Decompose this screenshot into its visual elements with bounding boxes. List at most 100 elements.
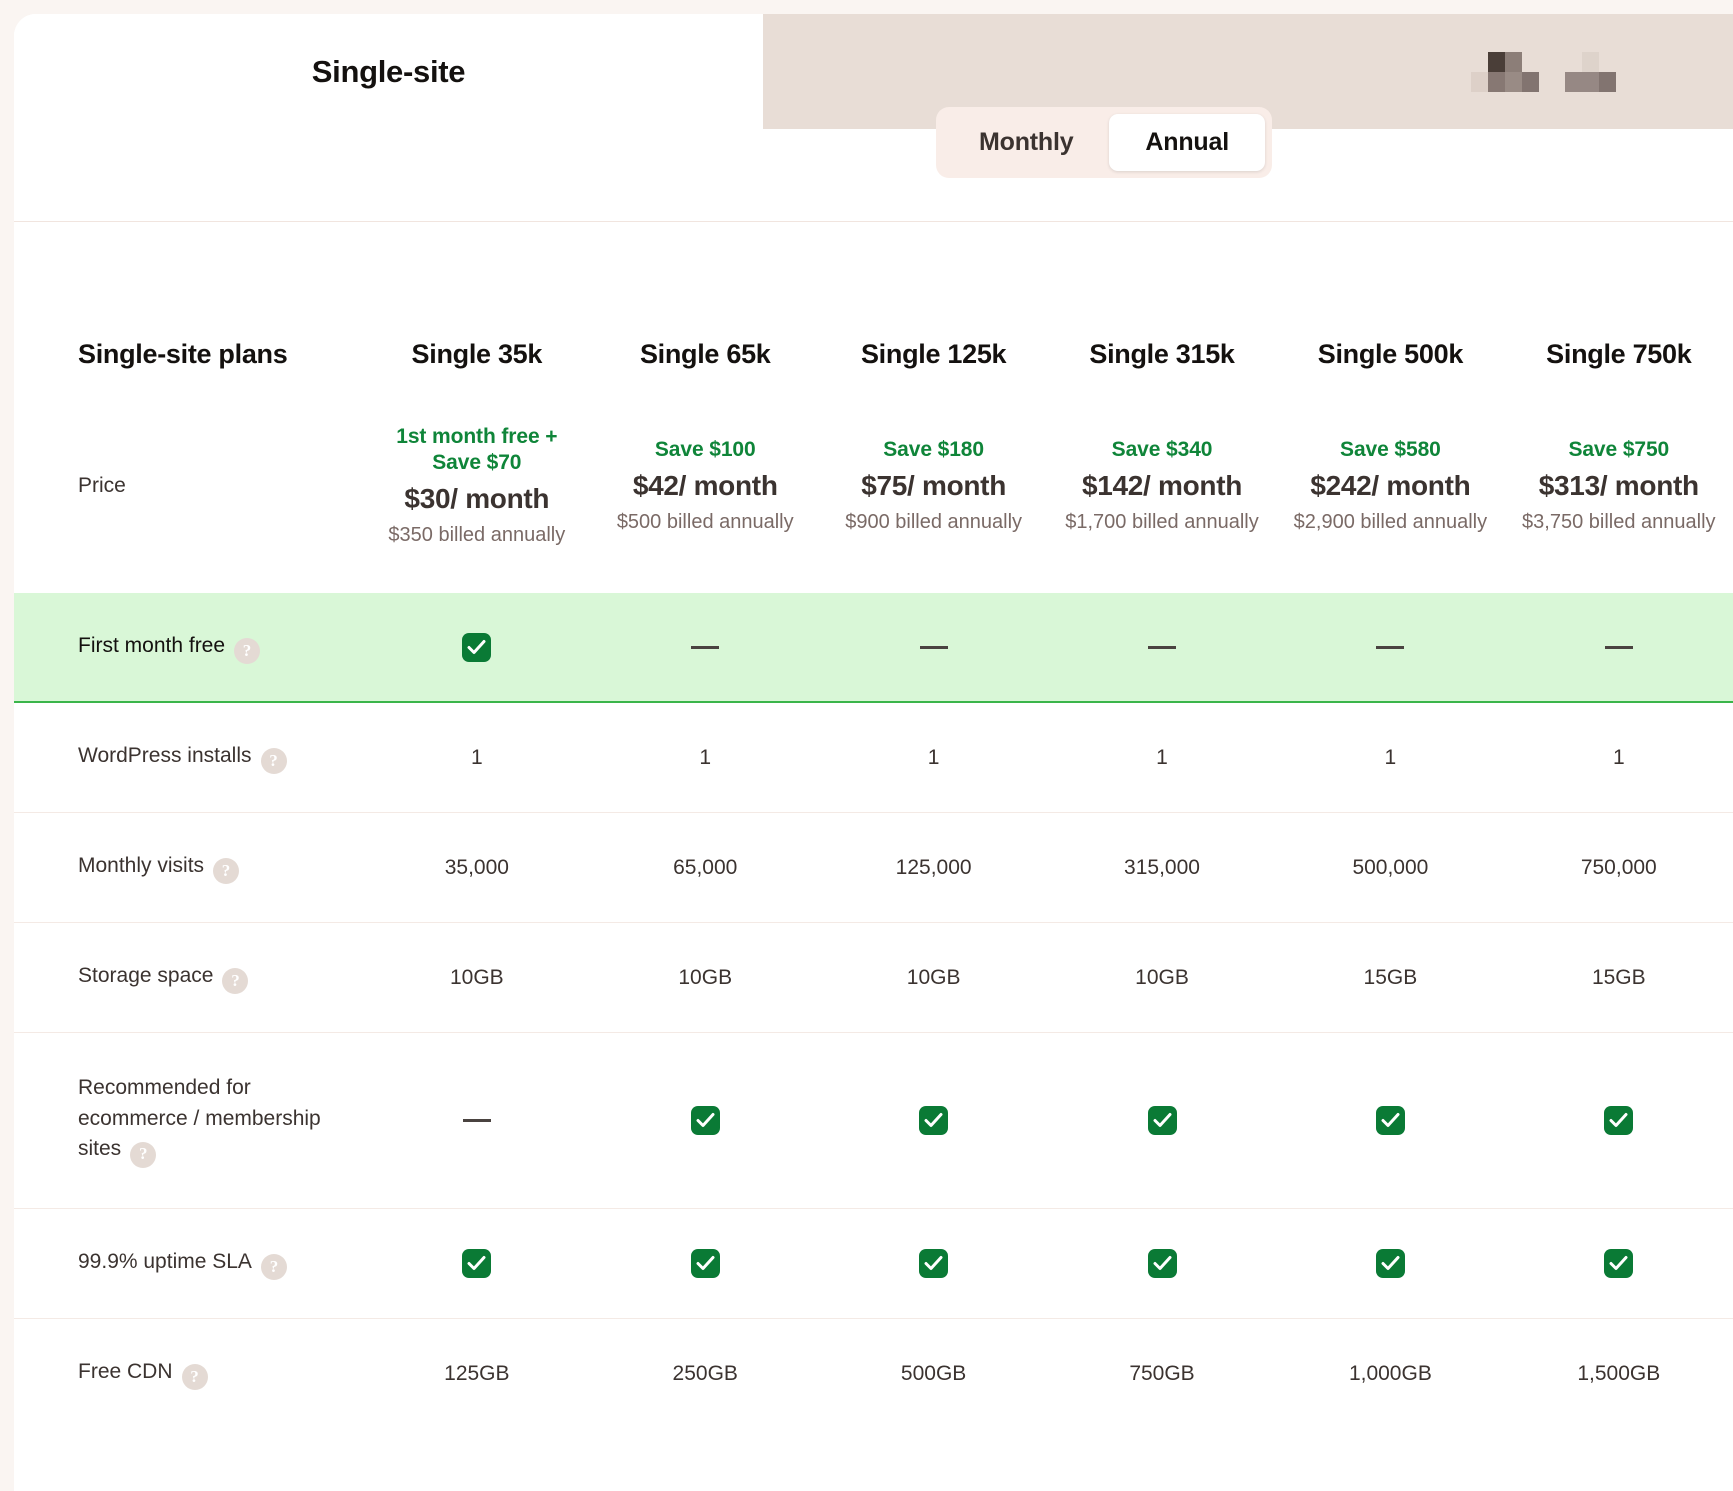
feature-value-cell: 1 bbox=[363, 702, 591, 813]
checkmark-icon bbox=[1147, 1249, 1177, 1278]
dash-icon bbox=[1376, 646, 1405, 650]
feature-value-text: 1 bbox=[699, 745, 712, 769]
table-row-feature: 99.9% uptime SLA? bbox=[14, 1208, 1733, 1319]
row-label: Monthly visits? bbox=[14, 812, 363, 923]
feature-value-cell: 35,000 bbox=[362, 812, 592, 923]
table-row-price: Price 1st month free + Save $70 $30/ mon… bbox=[14, 378, 1733, 594]
price-save-3: Save $180 bbox=[883, 437, 984, 461]
feature-value-text: 125,000 bbox=[895, 855, 972, 879]
column-header-plan-2: Single 65k bbox=[639, 339, 771, 369]
feature-value-cell bbox=[1047, 1208, 1277, 1319]
redacted-text-blocks bbox=[1470, 51, 1616, 92]
price-billed-4: $1,700 billed annually bbox=[1065, 510, 1259, 533]
price-save-1: 1st month free + Save $70 bbox=[396, 424, 558, 474]
tab-single-site[interactable]: Single-site bbox=[14, 14, 763, 129]
feature-value-cell bbox=[819, 1208, 1048, 1319]
table-row-feature: Recommended for ecommerce / membership s… bbox=[14, 1032, 1733, 1209]
redact-pixel bbox=[1487, 71, 1505, 92]
checkmark-icon bbox=[690, 1249, 720, 1278]
redact-pixel bbox=[1504, 51, 1522, 72]
table-row-feature: Storage space? 10GB 10GB 10GB 10GB 15GB 15GB bbox=[14, 922, 1733, 1033]
feature-value-cell: 750,000 bbox=[1504, 812, 1733, 923]
feature-value-cell: 315,000 bbox=[1047, 812, 1277, 923]
row-label-text: First month free bbox=[78, 633, 226, 657]
feature-value-cell: 15GB bbox=[1276, 922, 1505, 1033]
feature-value-cell: 250GB bbox=[591, 1318, 820, 1428]
table-row-feature: Monthly visits? 35,000 65,000 125,000 315,00… bbox=[14, 812, 1733, 923]
redacted-word-1 bbox=[1470, 51, 1539, 92]
feature-value-cell: 15GB bbox=[1504, 922, 1733, 1033]
price-billed-6: $3,750 billed annually bbox=[1522, 510, 1716, 533]
help-icon[interactable]: ? bbox=[222, 968, 249, 995]
help-icon[interactable]: ? bbox=[234, 638, 261, 665]
table-body: Price 1st month free + Save $70 $30/ mon… bbox=[14, 378, 1733, 594]
feature-value-text: 750,000 bbox=[1580, 855, 1657, 879]
price-save-6: Save $750 bbox=[1568, 437, 1670, 461]
feature-value-text: 65,000 bbox=[673, 855, 738, 879]
feature-value-text: 15GB bbox=[1591, 965, 1646, 989]
feature-value-cell: 10GB bbox=[362, 922, 592, 1033]
toggle-option-annual[interactable]: Annual bbox=[1109, 114, 1265, 171]
price-amount-3: $75/ month bbox=[861, 469, 1007, 501]
feature-value-cell: 1,500GB bbox=[1504, 1318, 1733, 1428]
feature-value-cell: 125,000 bbox=[819, 812, 1048, 923]
help-icon[interactable]: ? bbox=[213, 858, 240, 885]
feature-value-text: 500,000 bbox=[1352, 855, 1429, 879]
feature-value-cell bbox=[591, 1208, 820, 1319]
row-label: First month free? bbox=[14, 593, 363, 703]
table-row-feature: Free CDN? 125GB 250GB 500GB 750GB 1,000GB 1,50… bbox=[14, 1318, 1733, 1428]
column-header-plan-6: Single 750k bbox=[1546, 339, 1692, 369]
feature-rows: First month free? WordPress installs? 1 1 1 1… bbox=[14, 593, 1733, 1428]
row-label: Free CDN? bbox=[14, 1318, 363, 1428]
redact-pixel bbox=[1564, 71, 1582, 92]
checkmark-icon bbox=[1375, 1106, 1405, 1135]
price-save-4: Save $340 bbox=[1111, 437, 1213, 461]
feature-value-cell bbox=[591, 593, 820, 703]
feature-value-text: 1 bbox=[1612, 745, 1625, 769]
feature-value-text: 500GB bbox=[900, 1361, 967, 1385]
pricing-card: Single-site Monthly Annual Single-site p… bbox=[14, 14, 1733, 1491]
feature-value-text: 10GB bbox=[449, 965, 504, 989]
help-icon[interactable]: ? bbox=[260, 748, 287, 775]
help-icon[interactable]: ? bbox=[260, 1254, 287, 1281]
feature-value-text: 35,000 bbox=[444, 855, 509, 879]
row-label-text: Recommended for ecommerce / membership s… bbox=[78, 1076, 321, 1161]
redact-pixel bbox=[1564, 51, 1582, 72]
redact-pixel bbox=[1470, 71, 1488, 92]
price-billed-1: $350 billed annually bbox=[388, 523, 566, 546]
plan-type-tabs: Single-site bbox=[14, 14, 1733, 129]
toggle-option-monthly[interactable]: Monthly bbox=[943, 114, 1109, 171]
feature-value-cell: 10GB bbox=[1047, 922, 1277, 1033]
row-label: Recommended for ecommerce / membership s… bbox=[14, 1032, 363, 1209]
help-icon[interactable]: ? bbox=[130, 1141, 157, 1168]
checkmark-icon bbox=[919, 1106, 949, 1135]
redact-pixel bbox=[1504, 71, 1522, 92]
page-root: Single-site Monthly Annual Single-site p… bbox=[0, 0, 1733, 1491]
row-label-text: 99.9% uptime SLA bbox=[78, 1249, 252, 1273]
feature-value-cell bbox=[362, 1032, 592, 1209]
table-row-feature: WordPress installs? 1 1 1 1 1 1 bbox=[14, 702, 1733, 813]
row-label: Storage space? bbox=[14, 922, 363, 1033]
price-amount-4: $142/ month bbox=[1081, 469, 1243, 501]
feature-value-cell: 500GB bbox=[819, 1318, 1048, 1428]
row-label-price: Price bbox=[78, 473, 126, 497]
feature-value-cell bbox=[819, 1032, 1048, 1209]
feature-value-text: 1,000GB bbox=[1348, 1361, 1432, 1385]
price-cell-1: 1st month free + Save $70 $30/ month $35… bbox=[363, 378, 591, 594]
table-header-row: Single-site plans Single 35k Single 65k … bbox=[14, 222, 1733, 378]
feature-value-cell: 750GB bbox=[1047, 1318, 1277, 1428]
dash-icon bbox=[1148, 646, 1176, 650]
row-label-text: WordPress installs bbox=[78, 743, 252, 767]
feature-value-cell: 1 bbox=[819, 702, 1047, 813]
feature-value-text: 10GB bbox=[906, 965, 961, 989]
redact-pixel bbox=[1470, 51, 1488, 72]
row-label-text: Monthly visits bbox=[78, 853, 205, 877]
redact-pixel bbox=[1581, 51, 1599, 72]
help-icon[interactable]: ? bbox=[181, 1364, 208, 1391]
checkmark-icon bbox=[919, 1249, 949, 1278]
column-header-plan-3: Single 125k bbox=[860, 339, 1007, 369]
feature-value-cell: 1 bbox=[1048, 702, 1276, 813]
redact-pixel bbox=[1598, 51, 1616, 72]
feature-value-cell bbox=[1047, 593, 1277, 703]
price-billed-3: $900 billed annually bbox=[845, 510, 1023, 533]
